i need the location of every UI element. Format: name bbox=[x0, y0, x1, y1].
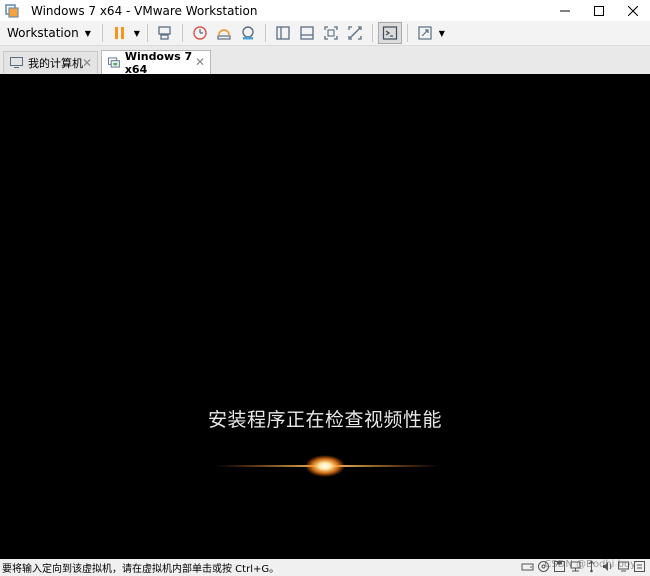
status-bar: 要将输入定向到该虚拟机，请在虚拟机内部单击或按 Ctrl+G。 CSDN @Bo… bbox=[0, 559, 650, 576]
close-tab-icon[interactable]: ✕ bbox=[195, 55, 205, 69]
minimize-icon bbox=[560, 10, 570, 11]
vmware-logo-icon bbox=[5, 3, 19, 18]
unity-mode-icon bbox=[348, 26, 362, 40]
unity-mode-button[interactable] bbox=[343, 22, 367, 44]
power-dropdown-icon[interactable]: ▼ bbox=[132, 29, 142, 38]
console-view-button[interactable] bbox=[377, 22, 402, 44]
usb-icon[interactable] bbox=[585, 560, 598, 573]
minimize-button[interactable] bbox=[548, 0, 582, 21]
toolbar-divider bbox=[406, 24, 408, 42]
full-screen-button[interactable] bbox=[319, 22, 343, 44]
thumbnail-bar-icon bbox=[300, 26, 314, 40]
close-tab-icon[interactable]: ✕ bbox=[82, 56, 92, 70]
snapshot-manager-button[interactable] bbox=[236, 22, 260, 44]
computer-icon bbox=[10, 57, 23, 68]
toolbar-divider bbox=[146, 24, 148, 42]
stretch-guest-button[interactable] bbox=[413, 22, 437, 44]
title-bar: Windows 7 x64 - VMware Workstation bbox=[0, 0, 650, 21]
library-panel-icon bbox=[276, 26, 290, 40]
console-icon bbox=[382, 26, 397, 40]
window-controls bbox=[548, 0, 650, 21]
toolbar-divider bbox=[181, 24, 183, 42]
toolbar: Workstation ▼ ▼ ▼ bbox=[0, 21, 650, 46]
status-hint: 要将输入定向到该虚拟机，请在虚拟机内部单击或按 Ctrl+G。 bbox=[2, 564, 280, 575]
hard-disk-icon[interactable] bbox=[521, 560, 534, 573]
close-icon bbox=[628, 5, 638, 16]
send-keys-icon bbox=[158, 26, 171, 40]
snapshot-clock-icon bbox=[193, 26, 207, 40]
tab-label: 我的计算机 bbox=[28, 56, 83, 70]
cd-dvd-icon[interactable] bbox=[537, 560, 550, 573]
maximize-button[interactable] bbox=[582, 0, 616, 21]
device-icons bbox=[518, 560, 646, 573]
vm-console[interactable]: 安装程序正在检查视频性能 bbox=[0, 74, 650, 559]
send-ctrl-alt-del-button[interactable] bbox=[153, 22, 177, 44]
window-title: Windows 7 x64 - VMware Workstation bbox=[31, 3, 258, 18]
sound-icon[interactable] bbox=[601, 560, 614, 573]
tab-windows-7-x64[interactable]: Windows 7 x64 ✕ bbox=[101, 50, 211, 76]
windows-boot-glow-icon bbox=[215, 455, 440, 477]
stretch-icon bbox=[418, 26, 432, 40]
floppy-icon[interactable] bbox=[553, 560, 566, 573]
tab-bar: 我的计算机 ✕ Windows 7 x64 ✕ bbox=[0, 46, 650, 76]
stretch-dropdown-icon[interactable]: ▼ bbox=[437, 29, 447, 38]
vm-icon bbox=[108, 57, 120, 68]
toolbar-divider bbox=[264, 24, 266, 42]
chevron-down-icon: ▼ bbox=[84, 28, 91, 38]
display-icon[interactable] bbox=[617, 560, 630, 573]
message-log-icon[interactable] bbox=[633, 560, 646, 573]
toolbar-divider bbox=[101, 24, 103, 42]
toolbar-divider bbox=[371, 24, 373, 42]
snapshot-button[interactable] bbox=[188, 22, 212, 44]
tab-my-computer[interactable]: 我的计算机 ✕ bbox=[3, 51, 98, 73]
network-icon[interactable] bbox=[569, 560, 582, 573]
workstation-menu-label: Workstation bbox=[7, 26, 79, 40]
pause-button[interactable] bbox=[108, 22, 132, 44]
thumbnail-bar-button[interactable] bbox=[295, 22, 319, 44]
revert-snapshot-button[interactable] bbox=[212, 22, 236, 44]
pause-icon bbox=[114, 27, 124, 39]
revert-snapshot-icon bbox=[217, 29, 231, 40]
snapshot-manager-icon bbox=[242, 26, 254, 40]
full-screen-icon bbox=[324, 26, 338, 40]
close-button[interactable] bbox=[616, 0, 650, 21]
workstation-menu[interactable]: Workstation ▼ bbox=[0, 22, 97, 44]
maximize-icon bbox=[594, 5, 604, 16]
setup-status-message: 安装程序正在检查视频性能 bbox=[207, 409, 442, 431]
show-library-button[interactable] bbox=[271, 22, 295, 44]
